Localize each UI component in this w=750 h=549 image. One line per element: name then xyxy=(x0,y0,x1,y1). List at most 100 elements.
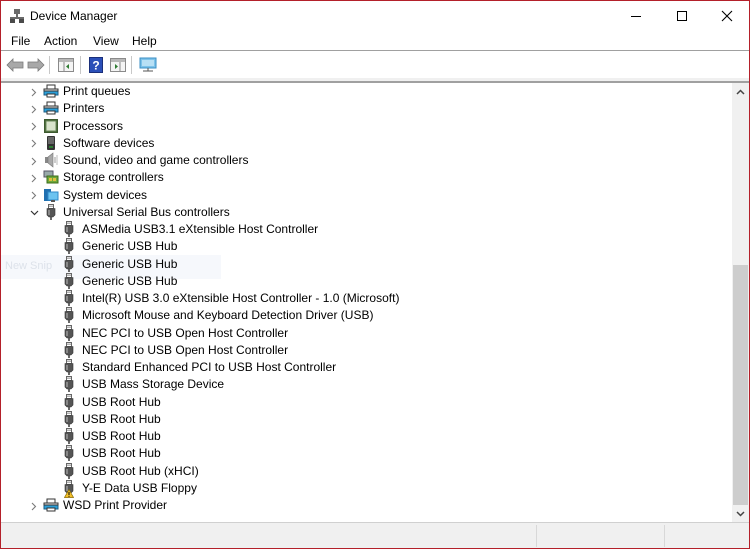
tree-category-storage-controllers[interactable]: Storage controllers xyxy=(1,169,732,186)
scan-hardware-changes-button[interactable] xyxy=(138,55,158,75)
tree-category-printers[interactable]: Printers xyxy=(1,100,732,117)
back-button[interactable] xyxy=(5,55,25,75)
show-hide-console-tree-button[interactable] xyxy=(56,55,76,75)
tree-category-software-devices[interactable]: Software devices xyxy=(1,135,732,152)
tree-device-usb-root-hub-xhci[interactable]: USB Root Hub (xHCI) xyxy=(1,462,732,480)
printer-icon xyxy=(43,497,59,513)
tree-item-label: NEC PCI to USB Open Host Controller xyxy=(82,342,289,357)
scroll-down-button[interactable] xyxy=(732,505,749,522)
forward-button[interactable] xyxy=(26,55,46,75)
usb-plug-icon xyxy=(61,341,77,358)
chevron-right-icon[interactable] xyxy=(29,87,39,97)
tree-category-wsd-print-provider[interactable]: WSD Print Provider xyxy=(1,497,732,514)
chevron-right-icon[interactable] xyxy=(29,156,39,166)
chevron-right-icon[interactable] xyxy=(29,104,39,114)
back-arrow-icon xyxy=(6,58,24,72)
tree-item-label: USB Root Hub (xHCI) xyxy=(82,463,199,478)
chevron-right-icon[interactable] xyxy=(29,139,39,149)
menu-bar: File Action View Help xyxy=(1,31,749,51)
printer-icon xyxy=(43,83,59,99)
tree-device-usb-mass-storage-device[interactable]: USB Mass Storage Device xyxy=(1,376,732,393)
vertical-scrollbar[interactable] xyxy=(732,83,749,522)
minimize-icon xyxy=(631,16,641,17)
tree-item-label: USB Root Hub xyxy=(82,446,161,461)
tree-device-nec-pci-to-usb-open-host-controller[interactable]: NEC PCI to USB Open Host Controller xyxy=(1,324,732,342)
tree-device-microsoft-mouse-and-keyboard-detection-driver-usb[interactable]: Microsoft Mouse and Keyboard Detection D… xyxy=(1,307,732,324)
status-pane-tertiary xyxy=(665,525,749,547)
tree-device-standard-enhanced-pci-to-usb-host-controller[interactable]: Standard Enhanced PCI to USB Host Contro… xyxy=(1,359,732,376)
tree-item-label: NEC PCI to USB Open Host Controller xyxy=(82,325,289,340)
tree-item-label: Microsoft Mouse and Keyboard Detection D… xyxy=(82,308,374,323)
usb-plug-icon xyxy=(61,428,77,444)
tree-device-intel-r-usb-3-0-extensible-host-controller-1-0-microsoft[interactable]: Intel(R) USB 3.0 eXtensible Host Control… xyxy=(1,290,732,307)
status-pane-secondary xyxy=(537,525,665,547)
tree-category-processors[interactable]: Processors xyxy=(1,118,732,135)
usb-plug-icon xyxy=(61,324,77,341)
printer-icon xyxy=(43,100,59,116)
usb-plug-icon xyxy=(61,238,77,255)
chevron-right-icon[interactable] xyxy=(29,501,39,511)
menu-action[interactable]: Action xyxy=(44,34,77,48)
tree-device-usb-root-hub[interactable]: USB Root Hub xyxy=(1,410,732,428)
tree-item-label: Generic USB Hub xyxy=(82,239,178,254)
usb-plug-icon xyxy=(61,376,77,393)
speaker-icon xyxy=(43,152,59,168)
tree-device-y-e-data-usb-floppy[interactable]: Y-E Data USB Floppy xyxy=(1,479,732,498)
tree-device-generic-usb-hub[interactable]: Generic USB Hub xyxy=(1,255,732,273)
tree-item-label: USB Mass Storage Device xyxy=(82,377,225,392)
chevron-right-icon[interactable] xyxy=(29,122,39,132)
tree-device-asmedia-usb3-1-extensible-host-controller[interactable]: ASMedia USB3.1 eXtensible Host Controlle… xyxy=(1,221,732,238)
tree-category-sound-video-and-game-controllers[interactable]: Sound, video and game controllers xyxy=(1,152,732,169)
minimize-button[interactable] xyxy=(613,1,659,31)
chevron-up-icon xyxy=(736,88,745,95)
tree-device-generic-usb-hub[interactable]: Generic USB Hub xyxy=(1,238,732,255)
menu-view[interactable]: View xyxy=(93,34,119,48)
menu-help[interactable]: Help xyxy=(132,34,157,48)
scrollbar-thumb[interactable] xyxy=(733,265,748,505)
tree-item-label: Intel(R) USB 3.0 eXtensible Host Control… xyxy=(82,291,400,305)
tree-device-usb-root-hub[interactable]: USB Root Hub xyxy=(1,445,732,462)
toolbar: ? xyxy=(1,52,749,78)
tree-item-label: Processors xyxy=(63,118,124,133)
usb-plug-icon xyxy=(61,272,77,289)
help-icon: ? xyxy=(89,57,103,73)
close-button[interactable] xyxy=(704,1,750,31)
usb-plug-icon xyxy=(61,359,77,375)
tree-category-system-devices[interactable]: System devices xyxy=(1,187,732,204)
scroll-up-button[interactable] xyxy=(732,83,749,100)
usb-plug-icon xyxy=(61,290,77,306)
help-button[interactable]: ? xyxy=(86,55,106,75)
maximize-button[interactable] xyxy=(659,1,705,31)
tree-device-nec-pci-to-usb-open-host-controller[interactable]: NEC PCI to USB Open Host Controller xyxy=(1,341,732,359)
storage-controller-icon xyxy=(43,169,59,185)
usb-plug-icon xyxy=(61,410,77,427)
software-device-icon xyxy=(43,135,59,151)
toolbar-separator xyxy=(131,56,132,74)
tree-device-usb-root-hub[interactable]: USB Root Hub xyxy=(1,428,732,445)
device-tree: New Snip Print queues Printers Processors S… xyxy=(1,83,732,522)
tree-device-generic-usb-hub[interactable]: Generic USB Hub xyxy=(1,272,732,290)
show-action-pane-button[interactable] xyxy=(108,55,128,75)
chevron-right-icon[interactable] xyxy=(29,173,39,183)
tree-item-label: Generic USB Hub xyxy=(82,256,178,271)
tree-category-universal-serial-bus-controllers[interactable]: Universal Serial Bus controllers xyxy=(1,203,732,221)
menu-file[interactable]: File xyxy=(11,34,30,48)
device-manager-window: Device Manager File Action View Help ? N… xyxy=(0,0,750,549)
show-hide-console-tree-icon xyxy=(58,58,74,72)
tree-item-label: System devices xyxy=(63,187,148,202)
tree-item-label: USB Root Hub xyxy=(82,411,161,426)
tree-item-label: USB Root Hub xyxy=(82,394,161,409)
tree-item-label: ASMedia USB3.1 eXtensible Host Controlle… xyxy=(82,222,319,236)
processor-icon xyxy=(43,118,59,134)
close-icon xyxy=(721,10,733,22)
chevron-right-icon[interactable] xyxy=(29,191,39,201)
tree-device-usb-root-hub[interactable]: USB Root Hub xyxy=(1,393,732,411)
usb-plug-icon xyxy=(61,479,77,498)
chevron-down-icon[interactable] xyxy=(29,208,39,218)
forward-arrow-icon xyxy=(27,58,45,72)
tree-item-label: Software devices xyxy=(63,135,155,150)
usb-plug-icon xyxy=(43,203,59,220)
status-pane-main xyxy=(1,525,537,547)
tree-category-print-queues[interactable]: Print queues xyxy=(1,83,732,100)
tree-item-label: Y-E Data USB Floppy xyxy=(82,480,197,495)
